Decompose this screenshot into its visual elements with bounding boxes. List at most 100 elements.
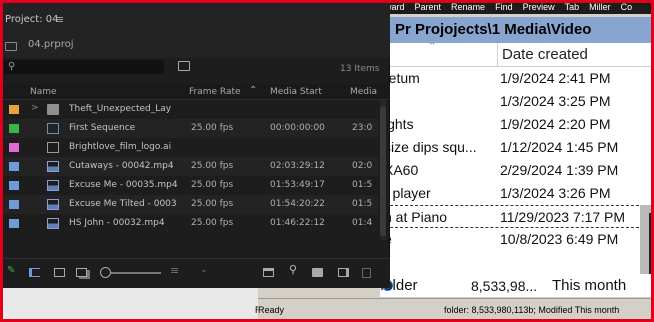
item-name: First Sequence xyxy=(69,123,136,133)
label-color-swatch[interactable] xyxy=(9,143,19,152)
folder-icon xyxy=(47,104,59,115)
file-list-header: ⌃ Date created xyxy=(380,43,654,67)
status-ready-text: Ready xyxy=(258,305,285,315)
file-date: 10/8/2023 6:49 PM xyxy=(500,231,619,247)
project-item-row[interactable]: HS John - 00032.mp4 25.00 fps 01:46:22:1… xyxy=(0,214,378,233)
file-date: 11/29/2023 7:17 PM xyxy=(500,209,626,225)
label-color-swatch[interactable] xyxy=(9,200,19,209)
new-item-icon[interactable] xyxy=(338,268,349,277)
column-name[interactable]: Name xyxy=(30,87,57,97)
label-color-swatch[interactable] xyxy=(9,219,19,228)
twirl-chevron-icon[interactable]: > xyxy=(31,103,39,113)
summary-modified: This month xyxy=(552,277,627,294)
item-name: Theft_Unexpected_Lay xyxy=(69,104,172,114)
column-media-start[interactable]: Media Start xyxy=(270,87,322,97)
item-frame-rate: 25.00 fps xyxy=(191,199,234,209)
scrollbar-thumb[interactable] xyxy=(380,106,386,236)
menu-co[interactable]: Co xyxy=(616,2,638,12)
zoom-slider-knob[interactable] xyxy=(100,267,111,278)
file-date: 1/9/2024 2:20 PM xyxy=(500,116,611,132)
menu-tab[interactable]: Tab xyxy=(560,2,585,12)
item-frame-rate: 25.00 fps xyxy=(191,161,234,171)
item-media-start: 02:03:29:12 xyxy=(270,161,325,171)
item-media-start: 01:53:49:17 xyxy=(270,180,325,190)
summary-size: 8,533,98... xyxy=(471,278,538,294)
file-row[interactable]: 1/3/2024 3:25 PM xyxy=(380,90,654,113)
menu-preview[interactable]: Preview xyxy=(518,2,560,12)
automate-to-sequence-icon[interactable]: ⌄ xyxy=(200,265,211,275)
file-row[interactable]: XA60 2/29/2024 1:39 PM xyxy=(380,159,654,182)
item-media-start: 00:00:00:00 xyxy=(270,123,325,133)
sort-ascending-icon[interactable]: ⌃ xyxy=(249,85,257,96)
label-color-swatch[interactable] xyxy=(9,105,19,114)
freeform-view-icon[interactable] xyxy=(76,268,87,277)
sort-ascending-icon[interactable]: ⌃ xyxy=(428,43,436,52)
file-row-focused[interactable]: h at Piano 11/29/2023 7:17 PM xyxy=(380,205,654,228)
sequence-icon xyxy=(47,123,59,134)
menu-find[interactable]: Find xyxy=(490,2,518,12)
project-folder-icon xyxy=(5,42,17,51)
zoom-slider[interactable] xyxy=(111,272,161,274)
project-vertical-scrollbar[interactable] xyxy=(380,100,386,240)
column-frame-rate[interactable]: Frame Rate xyxy=(189,87,241,97)
item-name: Excuse Me - 00035.mp4 xyxy=(69,180,178,190)
scrollbar-thumb[interactable] xyxy=(649,213,652,274)
menu-parent[interactable]: Parent xyxy=(410,2,447,12)
item-media-end: 02:0 xyxy=(352,161,373,171)
search-input[interactable] xyxy=(4,60,164,74)
premiere-project-panel: Project: 04 ≡ 04.prproj ⚲ 13 Items Name … xyxy=(0,0,390,288)
item-media-end: 01:4 xyxy=(352,218,373,228)
label-color-swatch[interactable] xyxy=(9,124,19,133)
project-item-row[interactable]: Excuse Me - 00035.mp4 25.00 fps 01:53:49… xyxy=(0,176,378,195)
list-view-icon[interactable] xyxy=(29,268,40,277)
label-color-swatch[interactable] xyxy=(9,162,19,171)
file-date: 1/12/2024 1:45 PM xyxy=(500,139,619,155)
file-date: 1/9/2024 2:41 PM xyxy=(500,70,611,86)
column-date-created[interactable]: Date created xyxy=(497,43,588,67)
file-row[interactable]: ights 1/9/2024 2:20 PM xyxy=(380,113,654,136)
status-bar-left: Ready xyxy=(258,298,380,322)
label-color-swatch[interactable] xyxy=(9,181,19,190)
clip-icon xyxy=(47,199,59,210)
project-item-row[interactable]: > Theft_Unexpected_Lay xyxy=(0,100,378,119)
project-item-row[interactable]: Brightlove_film_logo.ai xyxy=(0,138,378,157)
menu-miller[interactable]: Miller xyxy=(584,2,616,12)
file-explorer-window: ward Parent Rename Find Preview Tab Mill… xyxy=(255,0,654,322)
file-row[interactable]: r player 1/3/2024 3:26 PM xyxy=(380,182,654,205)
find-icon[interactable]: ⚲ xyxy=(289,263,300,276)
folder-summary-row[interactable]: The folder 8,533,98... This month xyxy=(350,274,654,298)
item-name: HS John - 00032.mp4 xyxy=(69,218,165,228)
file-list[interactable]: ⌃ Date created retum 1/9/2024 2:41 PM 1/… xyxy=(380,43,654,274)
path-bar[interactable]: Pr Projojects\1 Media\Video xyxy=(380,17,654,43)
file-row[interactable]: size dips squ... 1/12/2024 1:45 PM xyxy=(380,136,654,159)
new-bin-icon[interactable] xyxy=(178,61,190,71)
file-date: 2/29/2024 1:39 PM xyxy=(500,162,619,178)
file-row[interactable]: e 10/8/2023 6:49 PM xyxy=(380,228,654,251)
menu-rename[interactable]: Rename xyxy=(446,2,490,12)
item-media-start: 01:46:22:12 xyxy=(270,218,325,228)
tab-project[interactable]: Project: 04 xyxy=(5,14,59,25)
column-media-end[interactable]: Media xyxy=(350,87,377,97)
clip-icon xyxy=(47,180,59,191)
vertical-scrollbar[interactable] xyxy=(640,205,654,274)
project-item-row[interactable]: Cutaways - 00042.mp4 25.00 fps 02:03:29:… xyxy=(0,157,378,176)
item-media-end: 01:5 xyxy=(352,199,373,209)
new-bin-folder-icon[interactable] xyxy=(312,268,323,277)
explorer-menubar: ward Parent Rename Find Preview Tab Mill… xyxy=(380,0,654,14)
file-name: r player xyxy=(384,185,431,201)
bin-icon[interactable] xyxy=(263,268,274,277)
hamburger-menu-icon[interactable]: ≡ xyxy=(55,13,64,26)
clip-icon xyxy=(47,218,59,229)
icon-view-icon[interactable] xyxy=(54,268,65,277)
project-item-row[interactable]: First Sequence 25.00 fps 00:00:00:00 23:… xyxy=(0,119,378,138)
trash-icon[interactable] xyxy=(362,268,371,278)
sort-icons-icon[interactable]: ≡ xyxy=(170,264,181,277)
file-name: h at Piano xyxy=(384,209,448,225)
file-date: 1/3/2024 3:26 PM xyxy=(500,185,611,201)
pencil-icon[interactable]: ✎ xyxy=(7,265,18,276)
project-item-row[interactable]: Excuse Me Tilted - 0003 25.00 fps 01:54:… xyxy=(0,195,378,214)
item-frame-rate: 25.00 fps xyxy=(191,123,234,133)
item-media-end: 23:0 xyxy=(352,123,373,133)
file-row[interactable]: retum 1/9/2024 2:41 PM xyxy=(380,67,654,90)
search-icon: ⚲ xyxy=(8,61,16,72)
